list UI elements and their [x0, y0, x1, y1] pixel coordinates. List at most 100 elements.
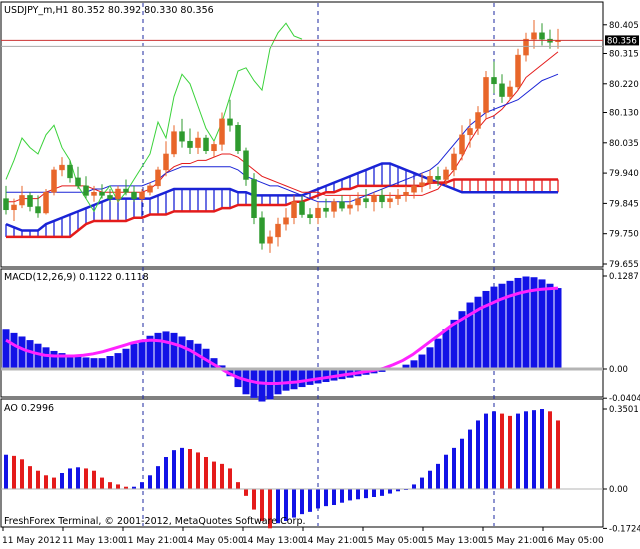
ao-bar — [68, 468, 72, 489]
candle-body — [259, 217, 265, 244]
ao-bar — [308, 489, 312, 512]
x-tick-label: 15 May 13:00 — [422, 536, 484, 546]
candle-body — [187, 140, 193, 148]
candle-body — [379, 195, 385, 203]
macd-bar — [554, 288, 562, 369]
chart-canvas: 80.405 80.315 80.220 80.130 80.035 79.940 79.8… — [0, 1, 640, 546]
candle-body — [347, 204, 353, 209]
candle-body — [395, 195, 401, 199]
macd-bar — [26, 340, 34, 369]
candle-body — [67, 164, 73, 179]
ao-bar — [244, 489, 248, 496]
ao-bar — [92, 470, 96, 489]
ao-bar — [452, 447, 456, 489]
candle-body — [467, 128, 473, 136]
candle-body — [475, 112, 481, 129]
candle-body — [523, 38, 529, 56]
ao-bar — [540, 409, 544, 489]
candle-body — [19, 195, 25, 206]
candle-body — [211, 144, 217, 152]
ao-bar — [500, 413, 504, 489]
macd-bar — [170, 332, 178, 369]
ao-bar — [76, 467, 80, 489]
macd-bar — [258, 369, 266, 402]
macd-bar — [314, 369, 322, 384]
ao-bar — [188, 449, 192, 489]
macd-bar — [42, 347, 50, 369]
candle-body — [507, 86, 513, 97]
y-tick-label: 0.00 — [609, 365, 628, 375]
ao-bar — [532, 410, 536, 489]
candle-body — [291, 201, 297, 219]
candle-body — [515, 54, 521, 88]
candle-body — [451, 153, 457, 171]
candle-body — [355, 198, 361, 206]
candle-body — [147, 185, 153, 193]
ao-bar — [84, 468, 88, 489]
candle-body — [427, 176, 433, 183]
ao-bar — [348, 489, 352, 501]
macd-bar — [106, 355, 114, 369]
ao-bar — [460, 438, 464, 489]
ao-bar — [516, 413, 520, 489]
ao-bar — [468, 429, 472, 489]
candle-body — [171, 131, 177, 155]
y-tick-label: 80.220 — [609, 80, 639, 90]
copyright-text: FreshForex Terminal, © 2001-2012, MetaQu… — [4, 516, 306, 527]
ao-bar — [220, 463, 224, 489]
macd-header: MACD(12,26,9) 0.1122 0.1118 — [4, 272, 149, 283]
terminal-chart-window: 80.405 80.315 80.220 80.130 80.035 79.940 79.8… — [0, 0, 640, 549]
ao-bar — [428, 470, 432, 489]
candle-body — [411, 185, 417, 193]
y-tick-label: 79.750 — [609, 230, 639, 240]
candle-body — [371, 195, 377, 203]
ao-bar — [12, 455, 16, 489]
x-tick-label: 14 May 21:00 — [302, 536, 364, 546]
y-tick-label: -0.1724 — [609, 524, 640, 534]
macd-bar — [426, 347, 434, 369]
candle-body — [251, 179, 257, 219]
ao-bar — [372, 489, 376, 497]
y-tick-label: 80.405 — [609, 21, 639, 31]
ao-bar — [556, 420, 560, 489]
macd-bar — [274, 369, 282, 395]
candle-body — [275, 223, 281, 238]
x-tick-label: 16 May 05:00 — [542, 536, 604, 546]
candle-body — [11, 204, 17, 211]
ao-bar — [44, 475, 48, 489]
main-pane[interactable] — [0, 1, 604, 268]
macd-bar — [82, 357, 90, 369]
candle-body — [43, 191, 49, 214]
x-tick-label: 11 May 2012 — [2, 536, 61, 546]
y-tick-label: 79.845 — [609, 199, 639, 209]
ao-bar — [484, 413, 488, 489]
candle-body — [203, 137, 209, 152]
candle-body — [419, 182, 425, 187]
macd-y-axis: 0.1287 0.00 -0.0404 — [603, 272, 640, 404]
ao-bar — [52, 477, 56, 489]
y-tick-label: 80.315 — [609, 49, 639, 59]
macd-bar — [434, 338, 442, 369]
ao-bar — [548, 411, 552, 489]
candle-body — [83, 185, 89, 196]
ao-bar — [364, 489, 368, 499]
candle-body — [107, 195, 113, 199]
macd-bar — [178, 336, 186, 369]
macd-bar — [298, 369, 306, 388]
candle-body — [499, 83, 505, 97]
macd-bar — [186, 340, 194, 369]
ao-bar — [524, 411, 528, 489]
x-tick-label: 15 May 05:00 — [362, 536, 424, 546]
y-tick-label: 79.940 — [609, 169, 639, 179]
ao-bar — [156, 466, 160, 489]
candle-body — [339, 201, 345, 209]
ao-bar — [28, 466, 32, 489]
candle-body — [179, 131, 185, 142]
ao-bar — [300, 489, 304, 515]
ao-bar — [436, 463, 440, 489]
candle-body — [443, 169, 449, 180]
candle-body — [323, 207, 329, 212]
ao-bar — [196, 452, 200, 489]
macd-bar — [98, 358, 106, 369]
candle-body — [27, 195, 33, 207]
